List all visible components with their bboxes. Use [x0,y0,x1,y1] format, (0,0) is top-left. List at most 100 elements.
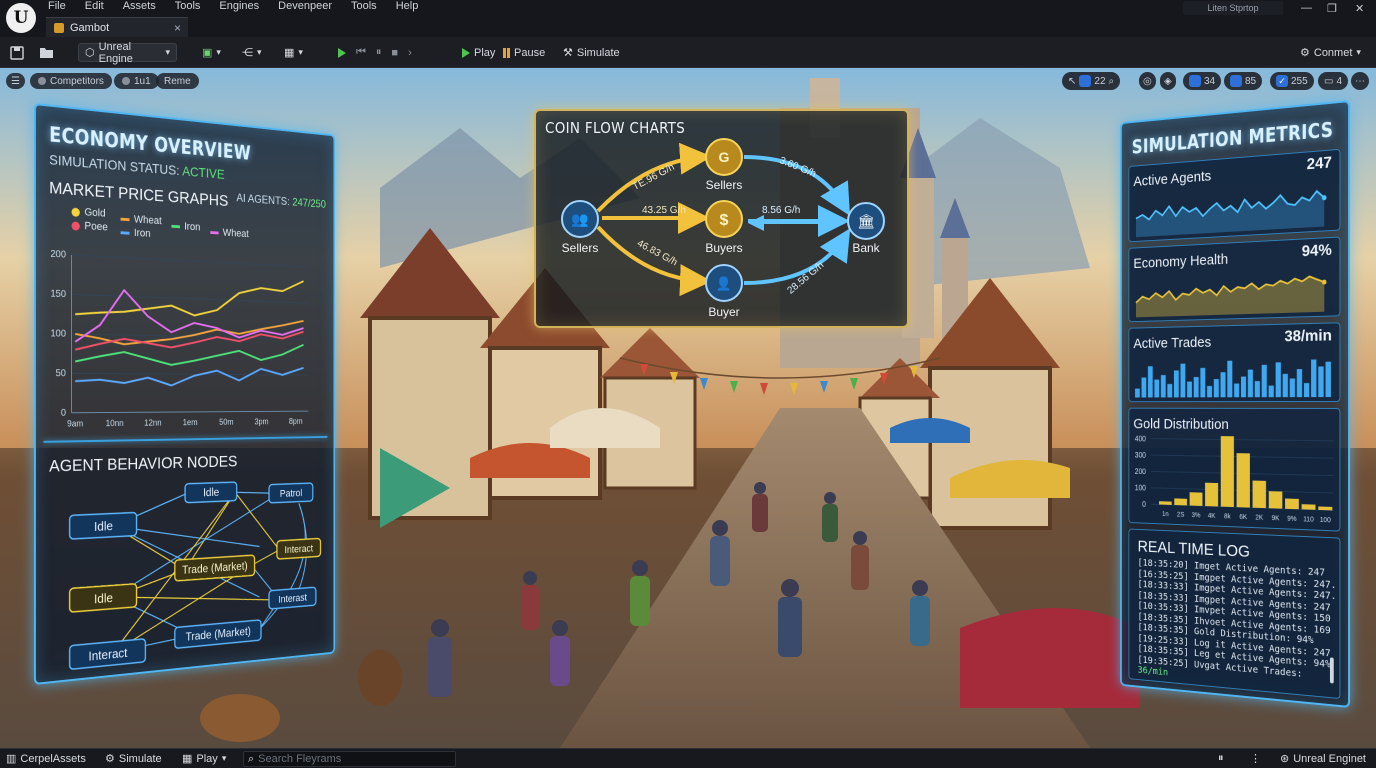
trade-bar [1213,379,1219,398]
menu-help[interactable]: Help [396,0,419,13]
coin-g-icon: G [719,149,730,165]
viewport-chip-competitors[interactable]: Competitors [30,73,112,89]
menu-assets[interactable]: Assets [123,0,156,13]
active-trades-value: 38/min [1284,327,1332,346]
grid-snap-value[interactable]: 22 [1094,76,1105,87]
economy-overview-panel: ECONOMY OVERVIEW SIMULATION STATUS: ACTI… [34,103,335,685]
chevron-down-icon: ▾ [165,47,170,57]
search-input[interactable] [258,753,439,765]
bank-icon: 🏛 [857,213,875,229]
step-forward-icon[interactable]: › [408,47,412,59]
node-idle-2[interactable]: Idle [185,482,237,503]
node-bank[interactable]: 🏛 Bank [847,202,885,255]
camera-speed[interactable]: ✓ 255 [1270,72,1314,90]
node-sellers-top[interactable]: G Sellers [705,138,743,192]
real-time-log-card: REAL TIME LOG [18:35:20] Imget Active Ag… [1128,528,1341,700]
chevron-down-icon: ▾ [221,753,227,763]
viewport-chip-show[interactable]: Reme [156,73,199,89]
close-tab-icon[interactable]: × [174,21,181,35]
y-tick-label: 150 [50,288,66,300]
grid-icon: ▥ [6,753,17,765]
node-interast[interactable]: Interast [269,587,316,609]
log-line-value: 36/min [1137,665,1169,679]
viewport-layout[interactable]: ▭ 4 [1318,72,1349,90]
viewport-options[interactable]: ⋯ [1351,72,1369,90]
x-tick-label: 3pm [255,417,269,427]
node-trade-market-1[interactable]: Trade (Market) [175,555,255,581]
pause-status-icon[interactable]: ⏸ [1218,752,1224,765]
simulate-button[interactable]: ⚒ Simulate [563,43,620,62]
x-tick-label: 8k [1224,513,1231,520]
node-trade-market-2[interactable]: Trade (Market) [175,620,261,649]
stop-icon[interactable]: ■ [391,47,398,59]
legend-gold: Gold [71,206,106,220]
viewport-menu-button[interactable]: ☰ [6,73,25,89]
gold-bar [1205,482,1219,507]
trade-bar [1247,369,1253,398]
blueprint-button[interactable]: ⋲ ▾ [242,43,262,62]
options-status-icon[interactable]: ⋮ [1250,752,1261,765]
realtime-toggle[interactable]: ◎ [1139,72,1156,90]
node-sellers-left[interactable]: 👥 Sellers [561,200,599,255]
simulation-metrics-panel: SIMULATION METRICS Active Agents 247 Eco… [1120,100,1350,708]
node-interact-2[interactable]: Interact [70,639,146,670]
play-green-icon[interactable] [338,47,346,58]
scale-snap[interactable]: 85 [1224,72,1263,90]
rotation-snap[interactable]: 34 [1183,72,1222,90]
select-icon[interactable]: ↖ [1068,76,1076,87]
save-icon[interactable] [10,43,24,62]
menu-edit[interactable]: Edit [85,0,104,13]
document-tab[interactable]: Gambot × [46,17,188,37]
viewport-chip-lit[interactable]: 1u1 [114,73,159,89]
node-idle-3[interactable]: Idle [70,584,137,612]
pause-icon[interactable]: ⏸ [376,46,382,59]
menu-tools[interactable]: Tools [175,0,201,13]
minimize-icon[interactable]: — [1301,2,1312,14]
x-tick-label: 9am [67,418,83,428]
content-drawer-button[interactable]: ▥ CerpelAssets [6,752,86,766]
document-tab-label: Gambot [70,21,110,34]
scale-snap-value: 85 [1245,75,1257,87]
node-buyers[interactable]: $ Buyers [705,200,743,255]
window-close-icon[interactable]: ✕ [1355,2,1364,15]
node-patrol[interactable]: Patrol [269,483,313,503]
menu-tools-2[interactable]: Tools [351,0,377,13]
check-icon: ✓ [1276,75,1288,87]
settings-button[interactable]: ⚙ Conmet ▾ [1300,43,1361,62]
play-status-button[interactable]: ▦ Play ▾ [182,752,227,766]
pause-button-label: Pause [514,46,546,59]
log-scrollbar[interactable] [1329,657,1334,684]
trade-bar [1180,363,1186,398]
search-icon[interactable]: ⌕ [1109,76,1115,87]
snap-icon[interactable] [1079,75,1092,87]
play-button[interactable]: Play [462,43,495,62]
unreal-logo-icon[interactable]: U [6,3,36,33]
pause-button[interactable]: Pause [503,43,545,62]
x-tick-label: 6K [1239,514,1247,521]
perspective-icon [38,77,46,85]
gear-icon: ⚙ [1300,47,1310,59]
maximize-icon[interactable]: ❐ [1327,2,1337,15]
y-tick-label: 100 [50,328,66,339]
options-icon: ⋯ [1355,75,1365,87]
simulate-status-button[interactable]: ⚙ Simulate [105,752,162,766]
engine-status-button[interactable]: ⊛ Unreal Enginet [1280,752,1366,766]
step-back-icon[interactable]: ⏮ [356,46,366,59]
menu-developer[interactable]: Devenpeer [278,0,332,13]
node-buyer[interactable]: 👤 Buyer [705,264,743,319]
x-tick-label: 2S [1177,511,1185,518]
menu-engines[interactable]: Engines [219,0,259,13]
market-price-chart: 0 50 100 150 200 9am 10nn 12nn 1em 50m 3pm 8pm [50,249,322,429]
layers-toggle[interactable]: ◈ [1160,72,1176,90]
trade-bar [1240,376,1247,398]
viewport-chip-label: Reme [164,75,191,87]
folder-icon[interactable] [39,43,54,62]
node-idle-1[interactable]: Idle [70,512,137,539]
node-interact-1[interactable]: Interact [277,538,321,559]
engine-selector[interactable]: ⬡ Unreal Engine ▾ [78,41,177,65]
cinematics-button[interactable]: ▦ ▾ [284,43,303,62]
add-actor-button[interactable]: ▣ ▾ [202,43,221,62]
content-drawer-label: CerpelAssets [20,752,86,765]
trade-bar [1311,359,1317,398]
menu-file[interactable]: File [48,0,66,13]
